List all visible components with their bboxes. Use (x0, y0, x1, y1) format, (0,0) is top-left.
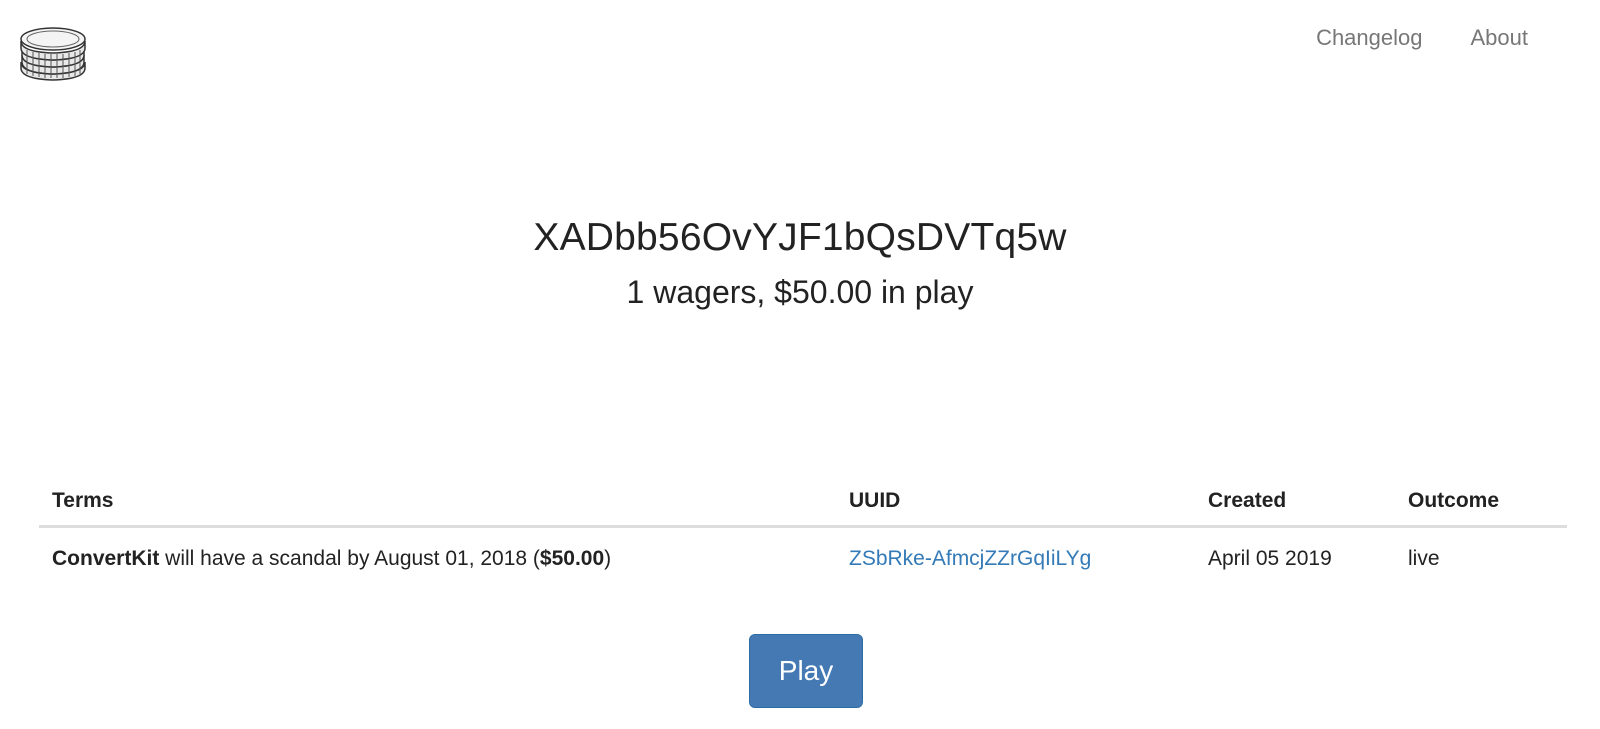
column-header-outcome: Outcome (1395, 477, 1567, 528)
coin-stack-icon[interactable] (19, 24, 87, 86)
about-link[interactable]: About (1471, 26, 1529, 50)
column-header-terms: Terms (39, 477, 836, 528)
outcome-cell: live (1408, 547, 1440, 570)
wager-subject: ConvertKit (52, 547, 160, 570)
column-header-created: Created (1195, 477, 1395, 528)
table-header-row: Terms UUID Created Outcome (39, 477, 1567, 528)
page-title: XADbb56OvYJF1bQsDVTq5w (533, 216, 1067, 259)
wager-summary: 1 wagers, $50.00 in play (626, 274, 974, 310)
wager-description: will have a scandal by August 01, 2018 ( (159, 547, 540, 570)
terms-cell: ConvertKit will have a scandal by August… (39, 527, 836, 591)
created-cell: April 05 2019 (1208, 547, 1332, 570)
wager-closing: ) (604, 547, 612, 570)
uuid-cell: ZSbRke-AfmcjZZrGqIiLYg (836, 527, 1195, 591)
wager-table: Terms UUID Created Outcome ConvertKit wi… (39, 477, 1567, 590)
play-button[interactable]: Play (749, 634, 863, 708)
uuid-link[interactable]: ZSbRke-AfmcjZZrGqIiLYg (849, 547, 1091, 570)
top-nav: Changelog About (1316, 26, 1528, 50)
changelog-link[interactable]: Changelog (1316, 26, 1422, 50)
table-row: ConvertKit will have a scandal by August… (39, 527, 1567, 591)
column-header-uuid: UUID (836, 477, 1195, 528)
wager-amount: $50.00 (539, 547, 605, 570)
hero: XADbb56OvYJF1bQsDVTq5w 1 wagers, $50.00 … (0, 214, 1600, 310)
